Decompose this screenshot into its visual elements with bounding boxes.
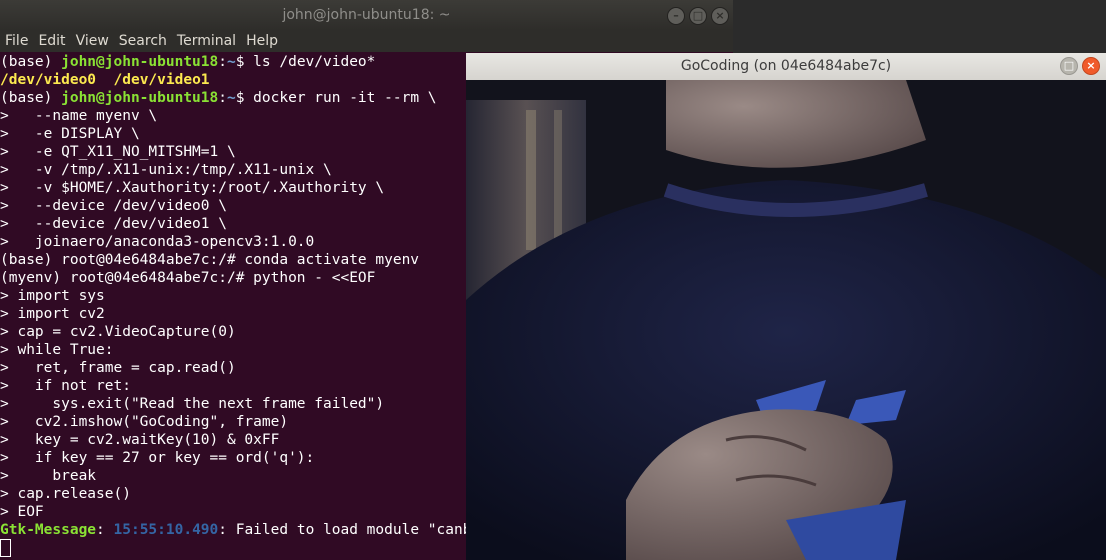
maximize-button[interactable]: □ bbox=[689, 7, 707, 25]
terminal-text: $ docker run -it --rm \ bbox=[235, 90, 437, 106]
gocoding-title: GoCoding (on 04e6484abe7c) bbox=[680, 58, 892, 74]
terminal-text: > key = cv2.waitKey(10) & 0xFF bbox=[0, 432, 280, 448]
terminal-text: > -e QT_X11_NO_MITSHM=1 \ bbox=[0, 144, 236, 160]
menu-item-search[interactable]: Search bbox=[114, 30, 172, 52]
terminal-text: > -e DISPLAY \ bbox=[0, 126, 140, 142]
terminal-text: > import cv2 bbox=[0, 306, 105, 322]
terminal-text: john@john-ubuntu18 bbox=[61, 90, 219, 106]
terminal-text: /dev/video1 bbox=[113, 72, 210, 88]
terminal-title: john@john-ubuntu18: ~ bbox=[282, 7, 451, 23]
menu-item-view[interactable]: View bbox=[71, 30, 114, 52]
close-icon[interactable]: × bbox=[1082, 57, 1100, 75]
terminal-text: (base) bbox=[0, 90, 62, 106]
maximize-icon[interactable]: □ bbox=[1060, 57, 1078, 75]
terminal-text: > -v $HOME/.Xauthority:/root/.Xauthority… bbox=[0, 180, 385, 196]
terminal-text: > --device /dev/video1 \ bbox=[0, 216, 227, 232]
menu-item-help[interactable]: Help bbox=[241, 30, 283, 52]
terminal-text: > if not ret: bbox=[0, 378, 131, 394]
terminal-text: : bbox=[96, 522, 114, 538]
menu-item-terminal[interactable]: Terminal bbox=[172, 30, 241, 52]
terminal-text: > sys.exit("Read the next frame failed") bbox=[0, 396, 385, 412]
terminal-text: Gtk-Message bbox=[0, 522, 97, 538]
close-button[interactable]: × bbox=[711, 7, 729, 25]
cursor-icon bbox=[0, 539, 11, 557]
terminal-menubar: File Edit View Search Terminal Help bbox=[0, 30, 733, 52]
terminal-text: ~ bbox=[226, 90, 236, 106]
terminal-text: > while True: bbox=[0, 342, 114, 358]
terminal-text: > import sys bbox=[0, 288, 105, 304]
minimize-button[interactable]: – bbox=[667, 7, 685, 25]
terminal-text: > -v /tmp/.X11-unix:/tmp/.X11-unix \ bbox=[0, 162, 332, 178]
terminal-text: /dev/video0 bbox=[0, 72, 97, 88]
terminal-text: ~ bbox=[226, 54, 236, 70]
gocoding-titlebar[interactable]: GoCoding (on 04e6484abe7c) □ × bbox=[466, 53, 1106, 80]
terminal-text: (base) root@04e6484abe7c:/# conda activa… bbox=[0, 252, 420, 268]
menu-item-file[interactable]: File bbox=[0, 30, 33, 52]
terminal-text: > cap = cv2.VideoCapture(0) bbox=[0, 324, 236, 340]
terminal-text: (myenv) root@04e6484abe7c:/# python - <<… bbox=[0, 270, 376, 286]
terminal-text: > cap.release() bbox=[0, 486, 131, 502]
terminal-text: > if key == 27 or key == ord('q'): bbox=[0, 450, 315, 466]
terminal-text: > EOF bbox=[0, 504, 44, 520]
terminal-text: john@john-ubuntu18 bbox=[61, 54, 219, 70]
terminal-text: > cv2.imshow("GoCoding", frame) bbox=[0, 414, 289, 430]
terminal-text: > joinaero/anaconda3-opencv3:1.0.0 bbox=[0, 234, 315, 250]
gocoding-window[interactable]: GoCoding (on 04e6484abe7c) □ × bbox=[466, 53, 1106, 560]
terminal-text: > ret, frame = cap.read() bbox=[0, 360, 236, 376]
terminal-text: > --device /dev/video0 \ bbox=[0, 198, 227, 214]
terminal-text: (base) bbox=[0, 54, 62, 70]
terminal-titlebar[interactable]: john@john-ubuntu18: ~ – □ × bbox=[0, 0, 733, 30]
menu-item-edit[interactable]: Edit bbox=[33, 30, 70, 52]
camera-frame bbox=[466, 80, 1106, 560]
camera-image bbox=[466, 80, 1106, 560]
terminal-text: > break bbox=[0, 468, 97, 484]
terminal-text: : bbox=[218, 54, 227, 70]
terminal-text: 15:55:10.490 bbox=[113, 522, 219, 538]
terminal-text: : bbox=[218, 90, 227, 106]
terminal-text: > --name myenv \ bbox=[0, 108, 158, 124]
terminal-text: $ ls /dev/video* bbox=[235, 54, 376, 70]
